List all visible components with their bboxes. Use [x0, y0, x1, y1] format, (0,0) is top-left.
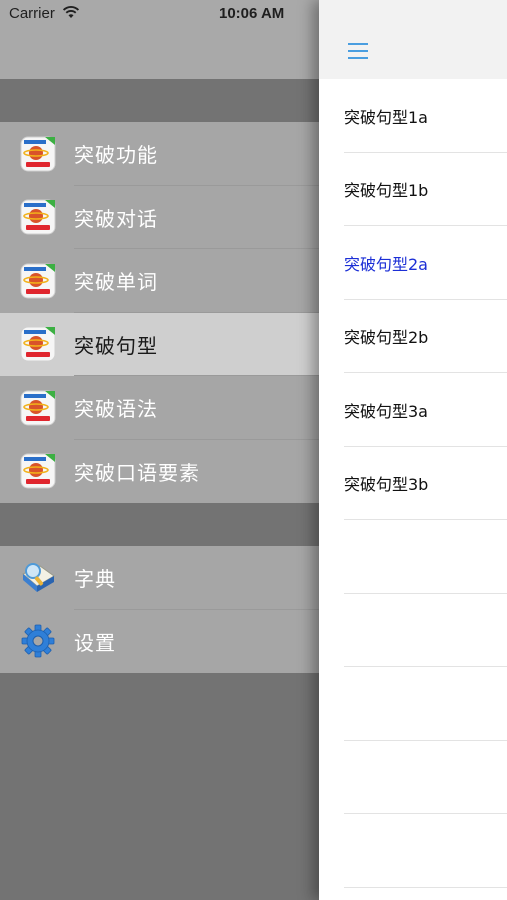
list-item-label: 突破句型3a — [344, 401, 428, 421]
menu-item-label: 设置 — [74, 630, 116, 655]
app-logo-icon — [20, 390, 56, 426]
clock: 10:06 AM — [219, 5, 285, 22]
app-logo-icon — [20, 326, 56, 362]
empty-list-row — [319, 814, 507, 888]
empty-list-row — [319, 520, 507, 594]
list-item-label: 突破句型1a — [344, 107, 428, 127]
wifi-icon — [62, 6, 80, 18]
carrier-label: Carrier — [9, 5, 55, 22]
list-item-label: 突破句型1b — [344, 181, 429, 201]
menu-item-label: 突破单词 — [74, 270, 158, 295]
hamburger-menu-icon[interactable] — [348, 43, 368, 59]
list-item[interactable]: 突破句型3a — [319, 373, 507, 447]
menu-item-label: 突破对话 — [74, 206, 158, 231]
menu-item-label: 突破语法 — [74, 397, 158, 422]
app-logo-icon — [20, 199, 56, 235]
list-item[interactable]: 突破句型1a — [319, 79, 507, 153]
list-item[interactable]: 突破句型1b — [319, 153, 507, 226]
app-logo-icon — [20, 453, 56, 489]
list-item-label: 突破句型3b — [344, 475, 429, 495]
list-item-label: 突破句型2b — [344, 328, 429, 348]
sentence-pattern-list: 突破句型1a 突破句型1b 突破句型2a 突破句型2b 突破句型3a 突破句型3… — [319, 79, 507, 888]
menu-item-oral-elements[interactable]: 突破口语要素 — [0, 440, 320, 504]
menu-group-tools: 字典 设置 — [0, 546, 320, 673]
menu-item-dialogue[interactable]: 突破对话 — [0, 186, 320, 249]
empty-list-row — [319, 741, 507, 814]
menu-item-label: 突破功能 — [74, 143, 158, 168]
menu-item-label: 突破句型 — [74, 333, 158, 358]
list-item-label: 突破句型2a — [344, 254, 428, 274]
menu-item-sentence-patterns[interactable]: 突破句型 — [0, 312, 320, 376]
list-item[interactable]: 突破句型3b — [319, 447, 507, 520]
gear-icon — [21, 624, 55, 658]
list-item-selected[interactable]: 突破句型2a — [319, 226, 507, 300]
divider — [344, 886, 507, 888]
navigation-bar — [319, 0, 507, 79]
list-item[interactable]: 突破句型2b — [319, 300, 507, 373]
app-logo-icon — [20, 263, 56, 299]
empty-list-row — [319, 667, 507, 741]
empty-list-row — [319, 594, 507, 667]
menu-item-words[interactable]: 突破单词 — [0, 249, 320, 313]
menu-item-label: 字典 — [74, 567, 116, 592]
side-drawer: 突破功能 突破对话 突破单词 突破句型 突破语法 突破口语要素 字典 设置 — [0, 0, 320, 900]
menu-item-grammar[interactable]: 突破语法 — [0, 376, 320, 440]
menu-item-label: 突破口语要素 — [74, 460, 200, 485]
content-panel: 突破句型1a 突破句型1b 突破句型2a 突破句型2b 突破句型3a 突破句型3… — [319, 0, 507, 900]
menu-item-dictionary[interactable]: 字典 — [0, 546, 320, 610]
menu-group-courses: 突破功能 突破对话 突破单词 突破句型 突破语法 突破口语要素 — [0, 122, 320, 503]
app-logo-icon — [20, 136, 56, 172]
menu-item-features[interactable]: 突破功能 — [0, 122, 320, 186]
dictionary-icon — [22, 562, 55, 592]
menu-item-settings[interactable]: 设置 — [0, 610, 320, 674]
